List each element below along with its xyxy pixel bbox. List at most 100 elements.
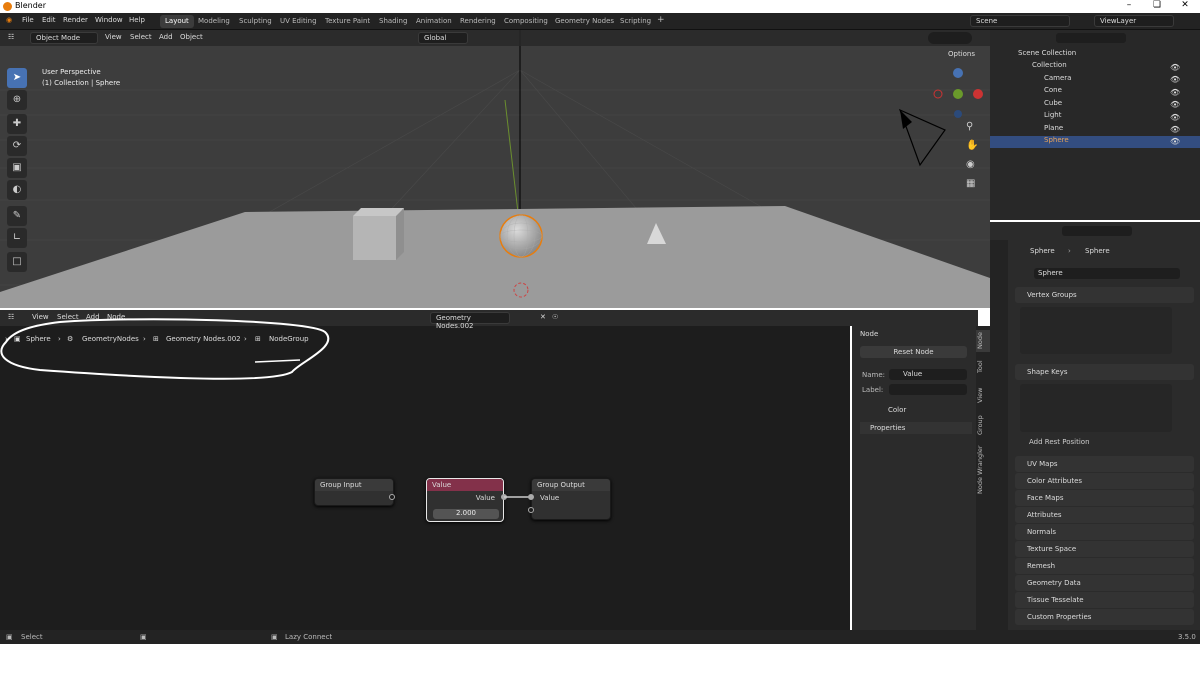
outliner-item-sphere[interactable]: Sphere: [990, 136, 1200, 148]
minimize-icon[interactable]: –: [1115, 0, 1143, 13]
color-attributes-panel-header[interactable]: Color Attributes: [1015, 473, 1194, 489]
ortho-grid-icon[interactable]: ▦: [966, 178, 975, 189]
geometry-data-panel-header[interactable]: Geometry Data: [1015, 575, 1194, 591]
select-tool-icon[interactable]: ➤: [7, 68, 27, 88]
remesh-panel-header[interactable]: Remesh: [1015, 558, 1194, 574]
vp-menu-add[interactable]: Add: [159, 33, 173, 41]
group-input-node[interactable]: Group Input: [314, 478, 394, 506]
mode-selector[interactable]: Object Mode: [30, 32, 98, 44]
reset-node-button[interactable]: Reset Node: [860, 346, 967, 358]
menu-file[interactable]: File: [22, 16, 34, 24]
transform-tool-icon[interactable]: ◐: [7, 180, 27, 200]
tab-compositing[interactable]: Compositing: [499, 15, 553, 28]
tab-sculpting[interactable]: Sculpting: [234, 15, 277, 28]
vp-menu-select[interactable]: Select: [130, 33, 152, 41]
rotate-tool-icon[interactable]: ⟳: [7, 136, 27, 156]
tab-node[interactable]: Node: [976, 330, 990, 352]
zoom-icon[interactable]: ⚲: [966, 121, 973, 132]
properties-search-input[interactable]: [1062, 226, 1132, 236]
group-output-empty-socket[interactable]: [528, 507, 534, 513]
outliner-scene-collection[interactable]: Scene Collection: [990, 49, 1200, 61]
maximize-icon[interactable]: ❏: [1143, 0, 1171, 13]
properties-tabs-sidebar[interactable]: [990, 240, 1008, 630]
props-breadcrumb-data: Sphere: [1085, 247, 1110, 255]
normals-panel-header[interactable]: Normals: [1015, 524, 1194, 540]
scene-selector[interactable]: Scene: [970, 15, 1070, 27]
vertex-groups-panel-header[interactable]: Vertex Groups: [1015, 287, 1194, 303]
blender-menu-icon[interactable]: ◉: [6, 16, 12, 24]
attributes-panel-header[interactable]: Attributes: [1015, 507, 1194, 523]
tab-view[interactable]: View: [976, 384, 990, 406]
tab-group[interactable]: Group: [976, 412, 990, 438]
tissue-tesselate-panel-header[interactable]: Tissue Tesselate: [1015, 592, 1194, 608]
tab-shading[interactable]: Shading: [374, 15, 412, 28]
close-tree-icon[interactable]: ✕: [540, 313, 546, 321]
group-input-socket[interactable]: [389, 494, 395, 500]
options-dropdown[interactable]: Options: [948, 50, 975, 58]
menu-render[interactable]: Render: [63, 16, 88, 24]
tab-tool[interactable]: Tool: [976, 357, 990, 377]
vp-menu-view[interactable]: View: [105, 33, 122, 41]
visibility-eye-icons[interactable]: 👁 👁 👁 👁 👁 👁 👁: [1170, 62, 1180, 149]
measure-tool-icon[interactable]: ∟: [7, 228, 27, 248]
add-cube-tool-icon[interactable]: □: [7, 252, 27, 272]
name-field[interactable]: Value: [889, 369, 967, 380]
tab-rendering[interactable]: Rendering: [455, 15, 501, 28]
view-layer-selector[interactable]: ViewLayer: [1094, 15, 1174, 27]
tab-uv-editing[interactable]: UV Editing: [275, 15, 322, 28]
transform-orientation-selector[interactable]: Global: [418, 32, 468, 44]
face-maps-panel-header[interactable]: Face Maps: [1015, 490, 1194, 506]
camera-view-icon[interactable]: ◉: [966, 159, 975, 170]
add-rest-position-checkbox[interactable]: Add Rest Position: [1029, 438, 1090, 446]
tab-layout[interactable]: Layout: [160, 15, 194, 28]
uv-maps-panel-header[interactable]: UV Maps: [1015, 456, 1194, 472]
shape-keys-list[interactable]: [1020, 384, 1172, 432]
tab-animation[interactable]: Animation: [411, 15, 457, 28]
tab-texture-paint[interactable]: Texture Paint: [320, 15, 375, 28]
add-workspace-icon[interactable]: +: [652, 13, 670, 26]
sphere-object: [499, 214, 543, 258]
vp-menu-object[interactable]: Object: [180, 33, 203, 41]
tab-scripting[interactable]: Scripting: [615, 15, 656, 28]
shape-keys-panel-header[interactable]: Shape Keys: [1015, 364, 1194, 380]
value-node[interactable]: Value Value 2.000: [426, 478, 504, 522]
value-field[interactable]: 2.000: [433, 509, 499, 519]
vertex-groups-list[interactable]: [1020, 307, 1172, 354]
shading-mode-buttons[interactable]: [928, 32, 972, 44]
custom-properties-panel-header[interactable]: Custom Properties: [1015, 609, 1194, 625]
cursor-tool-icon[interactable]: ⊕: [7, 90, 27, 110]
menu-help[interactable]: Help: [129, 16, 145, 24]
pin-icon[interactable]: ☉: [552, 313, 558, 321]
outliner-item-camera[interactable]: Camera: [990, 74, 1200, 86]
top-bar: ◉ File Edit Render Window Help Layout Mo…: [0, 13, 1200, 30]
label-field[interactable]: [889, 384, 967, 395]
annotate-tool-icon[interactable]: ✎: [7, 206, 27, 226]
color-checkbox-label[interactable]: Color: [888, 406, 906, 414]
mouse-right-icon: ▣: [271, 633, 278, 641]
outliner-collection[interactable]: Collection: [990, 61, 1200, 73]
menu-edit[interactable]: Edit: [42, 16, 56, 24]
move-tool-icon[interactable]: ✚: [7, 114, 27, 134]
tab-node-wrangler[interactable]: Node Wrangler: [976, 444, 990, 496]
tab-geometry-nodes[interactable]: Geometry Nodes: [550, 15, 619, 28]
mesh-data-name-field[interactable]: Sphere: [1034, 268, 1180, 279]
3d-viewport[interactable]: User Perspective (1) Collection | Sphere…: [0, 30, 990, 308]
outliner-search-input[interactable]: [1056, 33, 1126, 43]
pan-hand-icon[interactable]: ✋: [966, 140, 978, 151]
tab-modeling[interactable]: Modeling: [193, 15, 235, 28]
scale-tool-icon[interactable]: ▣: [7, 158, 27, 178]
outliner-item-light[interactable]: Light: [990, 111, 1200, 123]
node-tree-selector[interactable]: Geometry Nodes.002: [430, 312, 510, 330]
group-output-node[interactable]: Group Output Value: [531, 478, 611, 520]
outliner-item-cube[interactable]: Cube: [990, 99, 1200, 111]
editor-type-icon[interactable]: ☷: [8, 33, 14, 41]
outliner-item-plane[interactable]: Plane: [990, 124, 1200, 136]
select-mode-buttons[interactable]: [28, 49, 88, 61]
group-output-value-socket[interactable]: [528, 494, 534, 500]
properties-panel-toggle[interactable]: Properties: [860, 422, 972, 434]
outliner-item-cone[interactable]: Cone: [990, 86, 1200, 98]
texture-space-panel-header[interactable]: Texture Space: [1015, 541, 1194, 557]
close-icon[interactable]: ✕: [1171, 0, 1199, 13]
menu-window[interactable]: Window: [95, 16, 123, 24]
npanel-node-section[interactable]: Node: [860, 330, 878, 338]
